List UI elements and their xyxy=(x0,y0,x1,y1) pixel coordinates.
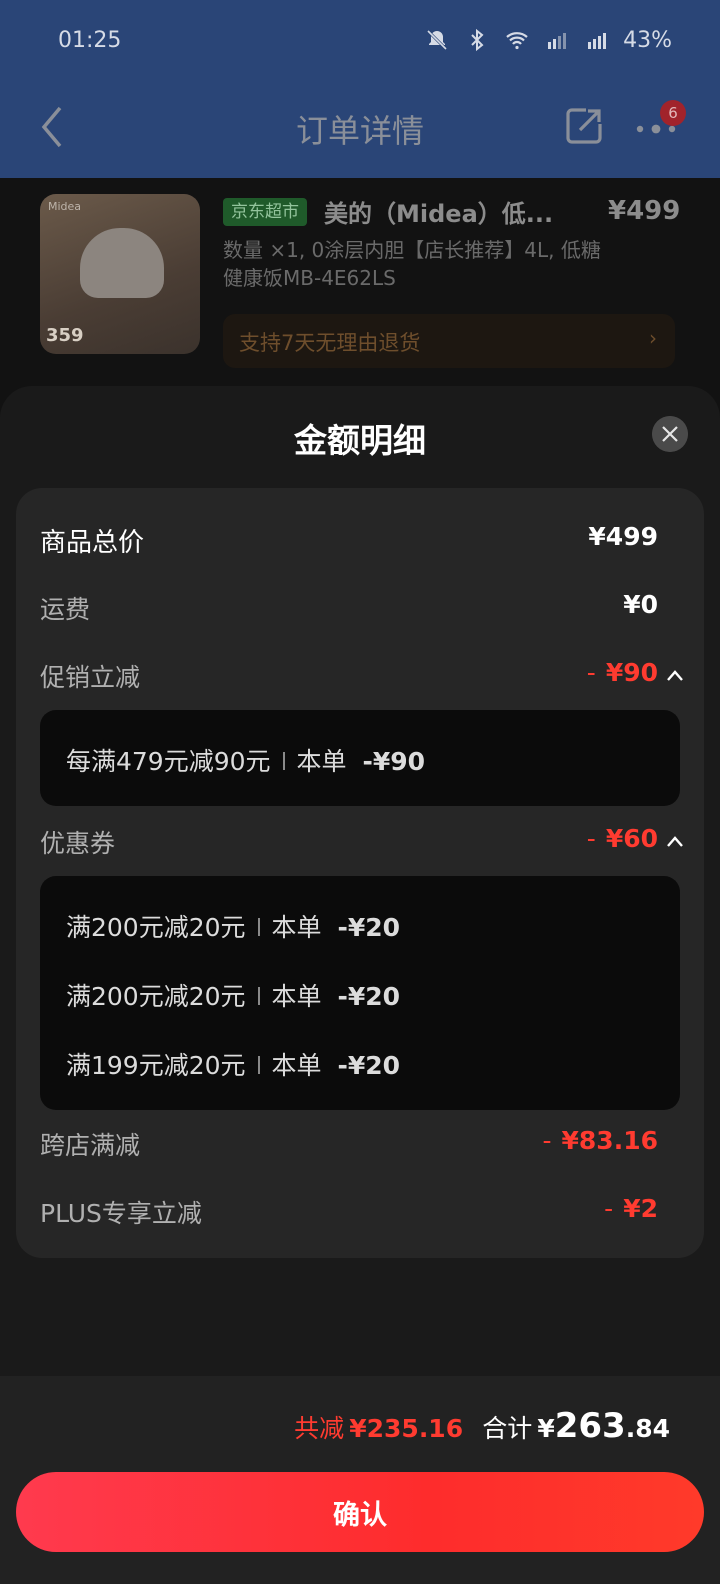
this-order-label: 本单 xyxy=(296,747,347,776)
status-icons: 43% xyxy=(423,28,672,53)
totals-summary: 共减 ¥235.16 合计 ¥263.84 xyxy=(294,1406,670,1446)
minus-sign: - xyxy=(604,1194,614,1223)
coupon-detail-amount: -¥20 xyxy=(337,1051,401,1080)
coupon-detail-line: 满199元减20元 本单 -¥20 xyxy=(66,1046,400,1082)
return-policy-bar[interactable]: 支持7天无理由退货 › xyxy=(223,314,675,368)
5g-signal-icon xyxy=(548,33,567,49)
promo-detail-line: 每满479元减90元 本单 -¥90 xyxy=(66,742,425,778)
coupon-detail-box: 满200元减20元 本单 -¥20 满200元减20元 本单 -¥20 满199元减… xyxy=(40,876,680,1110)
battery-percent: 43% xyxy=(623,27,672,53)
footer-bar: 共减 ¥235.16 合计 ¥263.84 确认 xyxy=(0,1376,720,1584)
message-badge: 6 xyxy=(660,100,686,126)
wifi-icon xyxy=(506,32,528,50)
cross-store-label: 跨店满减 xyxy=(40,1131,141,1160)
product-name[interactable]: 美的（Midea）低... xyxy=(324,194,553,229)
coupon-detail-line: 满200元减20元 本单 -¥20 xyxy=(66,977,400,1013)
total-dec: .84 xyxy=(625,1414,670,1443)
this-order-label: 本单 xyxy=(271,913,322,942)
row-coupon[interactable]: 优惠券 - ¥60 xyxy=(40,824,683,864)
this-order-label: 本单 xyxy=(271,1051,322,1080)
sheet-title: 金额明细 xyxy=(294,421,426,460)
total-currency: ¥ xyxy=(537,1414,555,1443)
nav-bar: 订单详情 xyxy=(0,96,720,160)
chevron-up-icon[interactable] xyxy=(666,668,684,682)
coupon-rule: 满199元减20元 xyxy=(66,1051,246,1080)
plus-discount-value: - ¥2 xyxy=(604,1194,658,1223)
rice-cooker-image xyxy=(80,228,164,298)
amount-card: 商品总价 ¥499 运费 ¥0 促销立减 - ¥90 每满479元减90元 本单 -… xyxy=(16,488,704,1258)
chevron-right-icon: › xyxy=(649,326,657,350)
promo-detail-box: 每满479元减90元 本单 -¥90 xyxy=(40,710,680,806)
cross-store-amount: ¥83.16 xyxy=(561,1126,658,1155)
total-int: 263 xyxy=(554,1406,626,1446)
mute-bell-icon xyxy=(427,29,448,51)
shop-tag: 京东超市 xyxy=(223,198,307,226)
row-goods-total: 商品总价 ¥499 xyxy=(40,522,658,562)
promo-amount: ¥90 xyxy=(605,658,658,687)
saved-value: ¥235.16 xyxy=(349,1414,464,1443)
confirm-button[interactable]: 确认 xyxy=(16,1472,704,1552)
separator xyxy=(257,1056,260,1074)
goods-total-label: 商品总价 xyxy=(40,528,145,558)
coupon-label: 优惠券 xyxy=(40,829,116,858)
return-policy-text: 支持7天无理由退货 xyxy=(239,331,421,355)
page-title: 订单详情 xyxy=(295,112,424,150)
product-thumbnail[interactable]: Midea 359 xyxy=(40,194,200,354)
separator xyxy=(257,987,260,1005)
thumb-brand: Midea xyxy=(48,200,82,213)
coupon-detail-amount: -¥20 xyxy=(337,913,401,942)
top-bar: 01:25 43% 订单详情 6 xyxy=(0,0,720,178)
thumb-price: 359 xyxy=(46,325,84,346)
share-icon[interactable] xyxy=(564,106,604,146)
coupon-value: - ¥60 xyxy=(587,824,658,853)
5g-signal-icon xyxy=(588,33,607,49)
plus-discount-amount: ¥2 xyxy=(623,1194,658,1223)
coupon-detail-line: 满200元减20元 本单 -¥20 xyxy=(66,908,400,944)
shipping-label: 运费 xyxy=(40,595,91,624)
total-label: 合计 xyxy=(482,1414,533,1443)
coupon-rule: 满200元减20元 xyxy=(66,982,246,1011)
product-price: ¥499 xyxy=(608,196,681,226)
row-promo[interactable]: 促销立减 - ¥90 xyxy=(40,658,683,698)
minus-sign: - xyxy=(586,824,596,853)
promo-value: - ¥90 xyxy=(587,658,658,687)
cross-store-value: - ¥83.16 xyxy=(542,1126,658,1155)
separator xyxy=(257,918,260,936)
saved-label: 共减 xyxy=(294,1414,345,1443)
row-plus-discount: PLUS专享立减 - ¥2 xyxy=(40,1194,658,1234)
bluetooth-icon xyxy=(471,28,484,52)
row-shipping: 运费 ¥0 xyxy=(40,590,658,630)
coupon-rule: 满200元减20元 xyxy=(66,913,246,942)
status-bar: 01:25 43% xyxy=(58,22,672,58)
plus-discount-label: PLUS专享立减 xyxy=(40,1199,202,1228)
chevron-up-icon[interactable] xyxy=(666,834,684,848)
row-cross-store: 跨店满减 - ¥83.16 xyxy=(40,1126,658,1166)
minus-sign: - xyxy=(586,658,596,687)
promo-label: 促销立减 xyxy=(40,663,141,692)
promo-rule: 每满479元减90元 xyxy=(66,747,271,776)
separator xyxy=(282,752,285,770)
product-desc: 数量 ×1, 0涂层内胆【店长推荐】4L, 低糖健康饭MB-4E62LS xyxy=(223,238,601,290)
minus-sign: - xyxy=(542,1126,552,1155)
coupon-amount: ¥60 xyxy=(605,824,658,853)
status-time: 01:25 xyxy=(58,27,122,53)
close-icon[interactable] xyxy=(652,416,688,452)
promo-detail-amount: -¥90 xyxy=(362,747,426,776)
goods-total-value: ¥499 xyxy=(588,522,658,551)
coupon-detail-amount: -¥20 xyxy=(337,982,401,1011)
this-order-label: 本单 xyxy=(271,982,322,1011)
shipping-value: ¥0 xyxy=(623,590,658,619)
